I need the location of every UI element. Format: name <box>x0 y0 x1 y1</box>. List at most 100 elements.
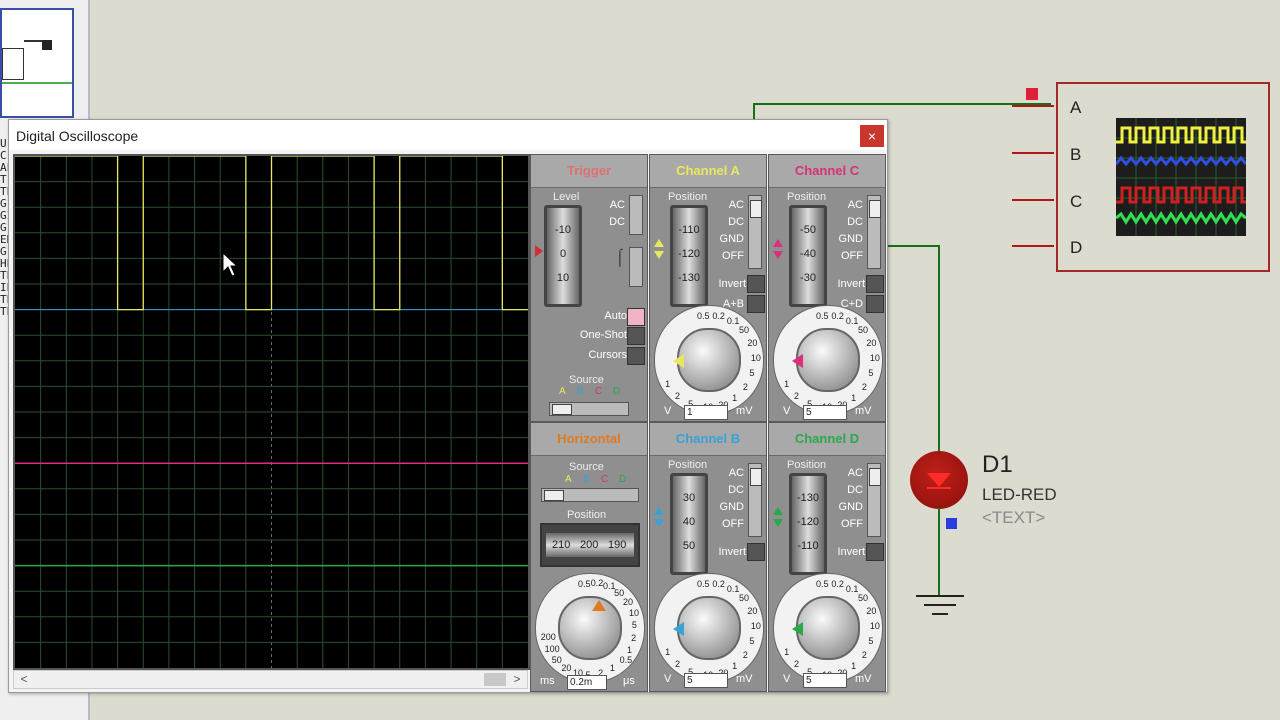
coupling-slider[interactable] <box>748 195 762 269</box>
position-drum[interactable]: -130 -120 -110 <box>789 473 827 575</box>
invert-button[interactable] <box>747 275 765 293</box>
pin-b <box>1012 152 1054 154</box>
slider-thumb[interactable] <box>869 200 881 218</box>
h-pos-value: 190 <box>608 539 627 551</box>
scroll-right-icon[interactable]: > <box>509 671 525 688</box>
channel-c-title: Channel C <box>769 155 885 188</box>
unit-right: mV <box>855 405 872 417</box>
pin-a <box>1012 105 1054 107</box>
led-arrow-icon <box>927 473 951 489</box>
horizontal-title: Horizontal <box>531 423 647 456</box>
scroll-left-icon[interactable]: < <box>16 671 32 688</box>
scope-display[interactable] <box>13 154 530 670</box>
drum-value: -120 <box>677 248 701 260</box>
dial-scale-number: 20 <box>622 596 633 607</box>
coupling-slider[interactable] <box>867 195 881 269</box>
coupling-slider[interactable] <box>867 463 881 537</box>
dial-scale-number: 2 <box>674 658 680 669</box>
dial-scale-number: 2 <box>674 390 680 401</box>
invert-button[interactable] <box>747 543 765 561</box>
volts-per-div-knob[interactable] <box>796 596 860 660</box>
slider-thumb[interactable] <box>750 200 762 218</box>
drum-value: 10 <box>556 272 570 284</box>
horizontal-source-slider[interactable] <box>541 488 639 502</box>
trigger-coupling-switch[interactable] <box>629 195 643 235</box>
dial-scale-number: 5 <box>868 636 874 647</box>
unit-right: mV <box>855 673 872 685</box>
pin-label-a: A <box>1070 98 1082 117</box>
led-d1[interactable] <box>910 451 968 509</box>
position-drum[interactable]: 30 40 50 <box>670 473 708 575</box>
trigger-title: Trigger <box>531 155 647 188</box>
horizontal-position-drum[interactable]: 210 200 190 <box>540 523 640 567</box>
dial-scale-number: 5 <box>749 636 755 647</box>
slider-thumb[interactable] <box>552 404 572 415</box>
horizontal-position-label: Position <box>567 509 607 521</box>
timebase-value[interactable]: 0.2m <box>567 675 607 690</box>
dial-scale-number: 1 <box>851 661 857 672</box>
dial-scale-number: 0.2 <box>831 578 844 589</box>
channel-b-panel: Channel B Position 30 40 50 AC DC GND OFF Inv… <box>649 422 767 692</box>
position-down-arrow-icon <box>654 519 664 527</box>
volts-per-div-knob[interactable] <box>796 328 860 392</box>
knob-pointer-icon <box>673 354 684 368</box>
volts-value[interactable]: 5 <box>803 673 847 688</box>
trigger-edge-switch[interactable] <box>629 247 643 287</box>
overview-preview[interactable] <box>0 8 74 118</box>
probe-marker[interactable] <box>1026 88 1038 100</box>
dial-scale-number: 2 <box>793 390 799 401</box>
source-b: B <box>577 386 584 397</box>
led-reference: D1 <box>982 451 1013 478</box>
volts-per-div-knob[interactable] <box>677 596 741 660</box>
dial-scale-number: 0.5 <box>578 578 591 589</box>
unit-left: V <box>664 673 672 685</box>
dial-scale-number: 20 <box>866 337 877 348</box>
volts-per-div-knob[interactable] <box>677 328 741 392</box>
dial-scale-number: 1 <box>732 393 738 404</box>
combine-button[interactable] <box>747 295 765 313</box>
invert-button[interactable] <box>866 543 884 561</box>
one-shot-button[interactable] <box>627 327 645 345</box>
combine-button[interactable] <box>866 295 884 313</box>
dial-scale-number: 0.1 <box>845 315 859 326</box>
dial-scale-number: 50 <box>858 593 869 604</box>
coupling-slider[interactable] <box>748 463 762 537</box>
volts-value[interactable]: 1 <box>684 405 728 420</box>
slider-thumb[interactable] <box>544 490 564 501</box>
dial-scale-number: 50 <box>739 593 750 604</box>
trigger-mode-auto: Auto <box>604 310 627 322</box>
source-c: C <box>595 386 603 397</box>
trigger-mode-oneshot: One-Shot <box>579 329 627 341</box>
channel-c-panel: Channel C Position -50 -40 -30 AC DC GND OFF… <box>768 154 886 422</box>
coupling-label: DC <box>847 484 863 496</box>
trigger-source-slider[interactable] <box>549 402 629 416</box>
position-drum[interactable]: -50 -40 -30 <box>789 205 827 307</box>
slider-thumb[interactable] <box>869 468 881 486</box>
invert-button[interactable] <box>866 275 884 293</box>
timebase-knob[interactable] <box>558 596 622 660</box>
unit-left: V <box>664 405 672 417</box>
oscilloscope-component[interactable]: A B C D <box>1056 82 1270 272</box>
window-titlebar[interactable]: Digital Oscilloscope × <box>9 120 887 150</box>
channel-a-panel: Channel A Position -110 -120 -130 AC DC GND… <box>649 154 767 422</box>
trigger-level-drum[interactable]: -10 0 10 <box>544 205 582 307</box>
preview-component <box>2 48 24 80</box>
volts-value[interactable]: 5 <box>684 673 728 688</box>
position-label: Position <box>787 459 827 471</box>
close-button[interactable]: × <box>860 125 884 147</box>
drum-value: 30 <box>682 492 696 504</box>
position-drum[interactable]: -110 -120 -130 <box>670 205 708 307</box>
cursors-button[interactable] <box>627 347 645 365</box>
auto-button[interactable] <box>627 308 645 326</box>
dial-scale-number: 20 <box>747 337 758 348</box>
position-down-arrow-icon <box>654 251 664 259</box>
scroll-thumb[interactable] <box>484 673 506 686</box>
dial-scale-number: 20 <box>561 662 572 673</box>
dial-scale-number: 0.1 <box>726 315 740 326</box>
volts-value[interactable]: 5 <box>803 405 847 420</box>
dial-scale-number: 1 <box>609 663 615 674</box>
invert-label: Invert <box>837 278 865 290</box>
led-probe-marker[interactable] <box>946 518 957 529</box>
horizontal-scrollbar[interactable]: < > <box>13 670 528 689</box>
slider-thumb[interactable] <box>750 468 762 486</box>
